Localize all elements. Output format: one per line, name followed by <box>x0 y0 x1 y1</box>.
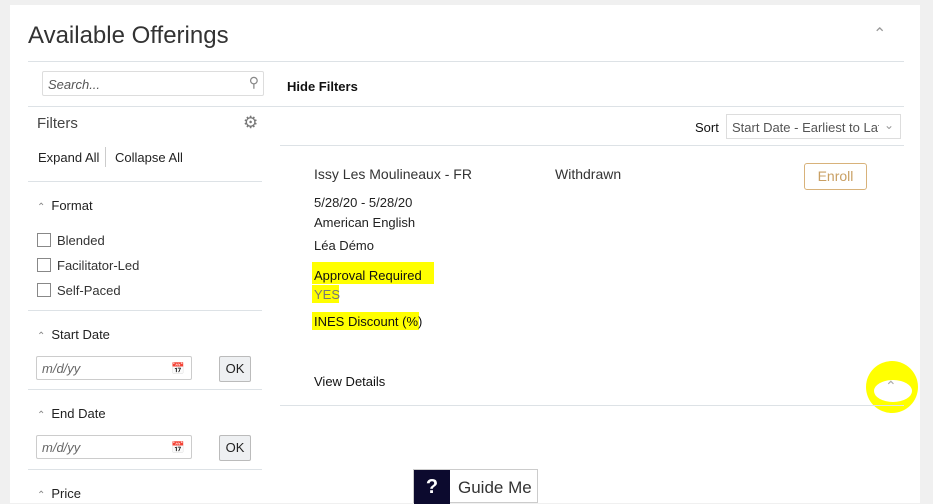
hide-filters-link[interactable]: Hide Filters <box>287 79 358 94</box>
start-date-ok-button[interactable]: OK <box>219 356 251 382</box>
calendar-icon[interactable]: 📅 <box>171 362 185 375</box>
price-section-toggle[interactable]: ⌃ Price <box>37 486 81 501</box>
blended-checkbox[interactable] <box>37 233 51 247</box>
ines-discount-label: INES Discount (%) <box>314 314 423 329</box>
chevron-up-icon: ⌃ <box>37 202 46 213</box>
help-icon: ? <box>414 470 450 504</box>
offering-language: American English <box>314 215 416 230</box>
gear-icon[interactable]: ⚙ <box>243 113 258 133</box>
sort-label: Sort <box>695 120 719 135</box>
collapse-panel-icon[interactable]: ⌃ <box>873 24 886 44</box>
chevron-up-icon: ⌃ <box>37 490 46 501</box>
approval-required-value: YES <box>314 287 341 302</box>
collapse-all-link[interactable]: Collapse All <box>115 150 183 165</box>
facilitator-led-checkbox[interactable] <box>37 258 51 272</box>
end-date-ok-button[interactable]: OK <box>219 435 251 461</box>
enroll-button[interactable]: Enroll <box>804 163 867 190</box>
guide-me-button[interactable]: ? Guide Me <box>413 469 538 504</box>
offering-instructor: Léa Démo <box>314 238 374 253</box>
chevron-up-icon: ⌃ <box>37 331 46 342</box>
filters-title: Filters <box>37 115 78 132</box>
search-input[interactable]: Search... ⚲ <box>42 71 264 96</box>
start-date-input[interactable]: m/d/yy 📅 <box>36 356 192 380</box>
search-icon[interactable]: ⚲ <box>249 74 259 91</box>
chevron-up-icon[interactable]: ⌃ <box>885 378 897 395</box>
approval-required-label: Approval Required <box>314 268 422 283</box>
end-date-input[interactable]: m/d/yy 📅 <box>36 435 192 459</box>
start-date-section-toggle[interactable]: ⌃ Start Date <box>37 327 110 342</box>
expand-all-link[interactable]: Expand All <box>38 150 99 165</box>
offering-status: Withdrawn <box>555 166 622 182</box>
offering-dates: 5/28/20 - 5/28/20 <box>314 195 413 210</box>
view-details-link[interactable]: View Details <box>314 374 385 389</box>
calendar-icon[interactable]: 📅 <box>171 441 185 454</box>
format-section-toggle[interactable]: ⌃ Format <box>37 198 93 213</box>
offering-location: Issy Les Moulineaux - FR <box>314 166 472 182</box>
sort-select[interactable]: Start Date - Earliest to Lat ⌄ <box>726 114 901 139</box>
chevron-down-icon: ⌄ <box>883 118 894 132</box>
chevron-up-icon: ⌃ <box>37 410 46 421</box>
page-title: Available Offerings <box>28 22 229 49</box>
end-date-section-toggle[interactable]: ⌃ End Date <box>37 406 106 421</box>
self-paced-checkbox[interactable] <box>37 283 51 297</box>
